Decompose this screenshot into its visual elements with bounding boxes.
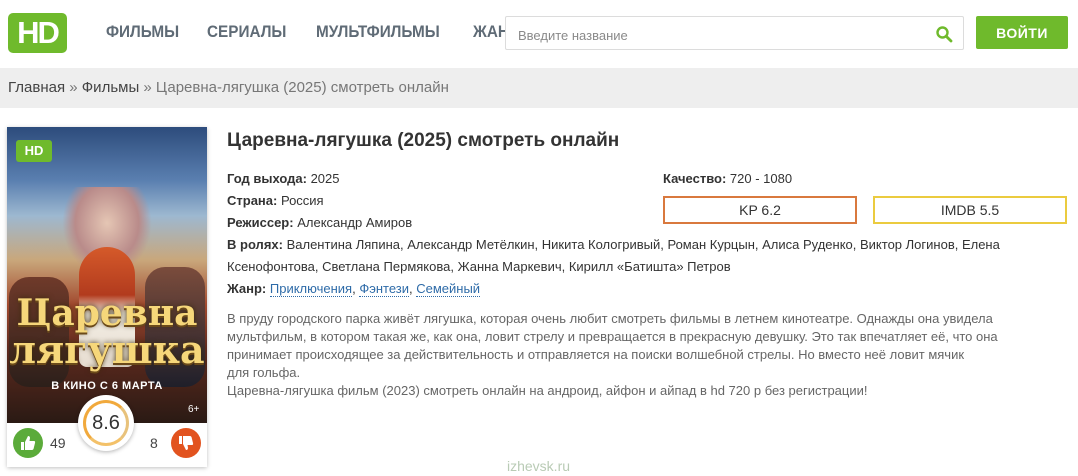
nav-cartoons[interactable]: МУЛЬТФИЛЬМЫ — [316, 22, 440, 42]
rating-bar: 49 8.6 8 — [7, 395, 207, 467]
info-country: Страна: Россия — [227, 193, 324, 208]
info-cast-continued: Ксенофонтова, Светлана Пермякова, Жанна … — [227, 259, 731, 274]
login-button[interactable]: ВОЙТИ — [976, 16, 1068, 49]
hd-badge: HD — [16, 140, 52, 162]
breadcrumb-separator: » — [143, 79, 152, 96]
like-button[interactable] — [13, 428, 43, 458]
search-input[interactable] — [516, 25, 920, 45]
site-header: HD ФИЛЬМЫ СЕРИАЛЫ МУЛЬТФИЛЬМЫ ЖАНРЫ ВОЙТ… — [0, 0, 1078, 68]
genre-link-adventure[interactable]: Приключения — [269, 281, 353, 297]
search-box — [505, 16, 964, 50]
info-director: Режиссер: Александр Амиров — [227, 215, 413, 230]
thumbs-up-icon — [21, 436, 36, 450]
breadcrumb: Главная » Фильмы » Царевна-лягушка (2025… — [0, 68, 1078, 108]
info-cast: В ролях: Валентина Ляпина, Александр Мет… — [227, 237, 1000, 252]
dislike-count: 8 — [150, 435, 158, 451]
watermark: izhevsk.ru — [507, 458, 571, 474]
rating-score-value: 8.6 — [83, 400, 129, 446]
info-year: Год выхода: 2025 — [227, 171, 340, 186]
page-title: Царевна-лягушка (2025) смотреть онлайн — [227, 130, 620, 151]
info-quality: Качество: 720 - 1080 — [663, 171, 793, 186]
site-logo[interactable]: HD — [8, 13, 67, 53]
like-count: 49 — [50, 435, 66, 451]
genre-link-family[interactable]: Семейный — [416, 281, 481, 297]
poster-card: HD Царевна лягушка В КИНО С 6 МАРТА 6+ 4… — [7, 127, 207, 467]
movie-poster[interactable]: HD Царевна лягушка В КИНО С 6 МАРТА 6+ — [7, 127, 207, 423]
breadcrumb-current: Царевна-лягушка (2025) смотреть онлайн — [155, 79, 449, 96]
main-nav: ФИЛЬМЫ СЕРИАЛЫ МУЛЬТФИЛЬМЫ ЖАНРЫ — [106, 22, 561, 42]
age-rating: 6+ — [188, 404, 200, 415]
search-icon[interactable] — [935, 25, 953, 43]
kp-rating[interactable]: KP 6.2 — [663, 196, 857, 224]
genre-link-fantasy[interactable]: Фэнтези — [359, 281, 409, 297]
breadcrumb-home[interactable]: Главная — [8, 79, 65, 96]
movie-description: В пруду городского парка живёт лягушка, … — [227, 311, 998, 398]
breadcrumb-separator: » — [69, 79, 78, 96]
rating-score: 8.6 — [78, 395, 134, 451]
thumbs-down-icon — [179, 436, 194, 450]
breadcrumb-films[interactable]: Фильмы — [82, 79, 139, 96]
poster-title-art: Царевна лягушка — [9, 292, 205, 372]
dislike-button[interactable] — [171, 428, 201, 458]
poster-release-date: В КИНО С 6 МАРТА — [51, 380, 163, 392]
imdb-rating[interactable]: IMDB 5.5 — [873, 196, 1067, 224]
nav-films[interactable]: ФИЛЬМЫ — [106, 22, 179, 42]
info-genre: Жанр: Приключения, Фэнтези, Семейный — [227, 281, 481, 297]
nav-series[interactable]: СЕРИАЛЫ — [207, 22, 286, 42]
